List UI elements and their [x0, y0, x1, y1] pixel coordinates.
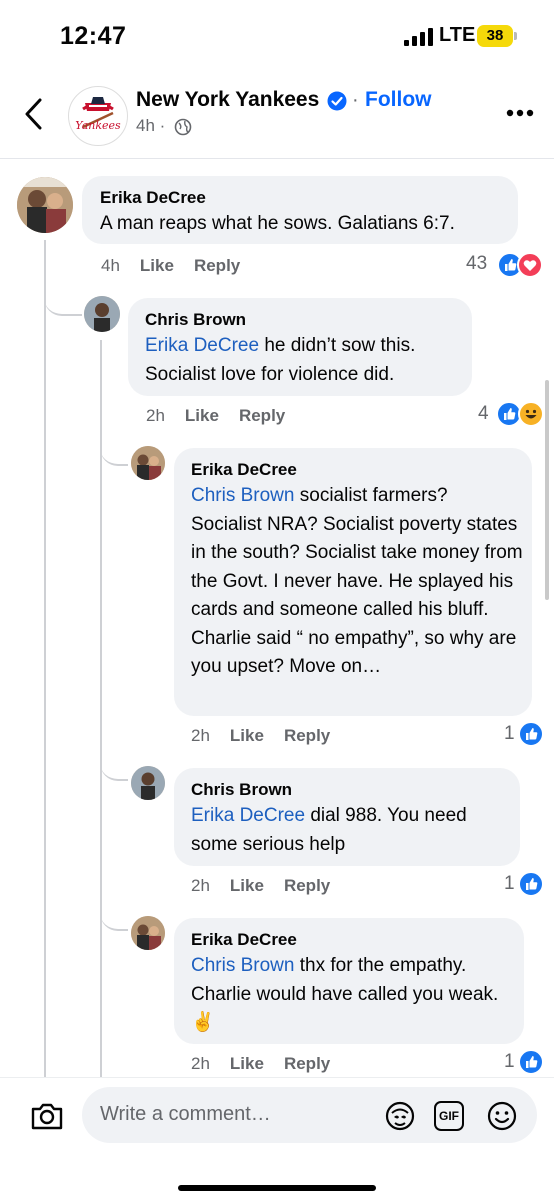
comment-time: 4h	[101, 256, 120, 275]
comment-input[interactable]: Write a comment… GIF	[82, 1087, 537, 1143]
reply-button[interactable]: Reply	[284, 876, 330, 895]
haha-reaction-icon	[518, 401, 544, 427]
comment-bubble: Erika DeCree Chris Brown thx for the emp…	[174, 918, 524, 1044]
comment-actions: 2h Like Reply	[191, 726, 330, 746]
follow-button[interactable]: Follow	[365, 88, 432, 112]
emoji-icon[interactable]	[486, 1100, 518, 1132]
page-name[interactable]: New York Yankees	[136, 88, 319, 112]
comment-bubble: Erika DeCree A man reaps what he sows. G…	[82, 176, 518, 244]
reaction-count[interactable]: 1	[504, 723, 515, 745]
yankees-logo: Yankees	[70, 88, 126, 144]
like-button[interactable]: Like	[230, 876, 264, 895]
like-button[interactable]: Like	[185, 406, 219, 425]
comment-bubble: Erika DeCree Chris Brown socialist farme…	[174, 448, 532, 716]
post-header: Yankees New York Yankees · Follow 4h ·	[0, 70, 554, 159]
avatar[interactable]	[131, 446, 165, 480]
more-icon[interactable]	[505, 108, 535, 118]
mention-link[interactable]: Chris Brown	[191, 955, 294, 976]
comment-text: Chris Brown thx for the empathy. Charlie…	[191, 952, 517, 1038]
avatar[interactable]	[84, 296, 120, 332]
battery-tip	[514, 32, 517, 40]
comment-time: 2h	[146, 406, 165, 425]
avatar[interactable]	[131, 916, 165, 950]
mention-link[interactable]: Erika DeCree	[191, 805, 305, 826]
comment-actions: 2h Like Reply	[191, 876, 330, 896]
comment-author[interactable]: Chris Brown	[145, 310, 246, 330]
home-indicator	[178, 1185, 376, 1191]
reply-button[interactable]: Reply	[284, 726, 330, 745]
love-reaction-icon	[517, 252, 543, 278]
thread-connector	[44, 280, 82, 316]
thread-connector	[100, 895, 128, 931]
comment-time: 2h	[191, 726, 210, 745]
like-button[interactable]: Like	[140, 256, 174, 275]
reply-button[interactable]: Reply	[239, 406, 285, 425]
like-button[interactable]: Like	[230, 726, 264, 745]
reaction-count[interactable]: 1	[504, 873, 515, 895]
signal-icon	[404, 28, 434, 46]
reaction-count[interactable]: 1	[504, 1051, 515, 1073]
thread-line-main	[44, 240, 46, 1077]
status-time: 12:47	[60, 22, 127, 50]
reply-button[interactable]: Reply	[284, 1054, 330, 1073]
reply-button[interactable]: Reply	[194, 256, 240, 275]
comment-bubble: Chris Brown Erika DeCree he didn’t sow t…	[128, 298, 472, 396]
avatar[interactable]	[131, 766, 165, 800]
like-reaction-icon	[518, 721, 544, 747]
like-reaction-icon	[518, 1049, 544, 1075]
camera-icon[interactable]	[30, 1101, 64, 1131]
comment-composer: Write a comment… GIF	[0, 1077, 554, 1201]
mention-link[interactable]: Chris Brown	[191, 485, 294, 506]
reaction-count[interactable]: 4	[478, 403, 489, 425]
battery-icon: 38	[477, 25, 513, 47]
like-reaction-icon	[518, 871, 544, 897]
comment-placeholder: Write a comment…	[100, 1103, 271, 1125]
comment-actions: 2h Like Reply	[191, 1054, 330, 1074]
verified-icon	[327, 91, 347, 111]
comment-author[interactable]: Erika DeCree	[100, 188, 206, 208]
reaction-count[interactable]: 43	[466, 253, 487, 275]
comment-text: A man reaps what he sows. Galatians 6:7.	[100, 210, 510, 239]
comment-author[interactable]: Erika DeCree	[191, 460, 297, 480]
post-time: 4h ·	[136, 116, 166, 135]
gif-icon[interactable]: GIF	[434, 1101, 464, 1131]
globe-icon	[174, 118, 192, 136]
comment-author[interactable]: Chris Brown	[191, 780, 292, 800]
comment-time: 2h	[191, 1054, 210, 1073]
comment-author[interactable]: Erika DeCree	[191, 930, 297, 950]
svg-text:Yankees: Yankees	[75, 119, 121, 132]
comment-text: Chris Brown socialist farmers? Socialist…	[191, 482, 523, 682]
comment-bubble: Chris Brown Erika DeCree dial 988. You n…	[174, 768, 520, 866]
comment-actions: 2h Like Reply	[146, 406, 285, 426]
gif-label: GIF	[439, 1109, 459, 1123]
page-avatar[interactable]: Yankees	[68, 86, 128, 146]
comment-body: A man reaps what he sows. Galatians 6:7.	[100, 213, 455, 234]
status-bar: 12:47 LTE 38	[0, 0, 554, 70]
like-button[interactable]: Like	[230, 1054, 264, 1073]
thread-connector	[100, 430, 128, 466]
thread-connector	[100, 745, 128, 781]
network-label: LTE	[439, 24, 476, 46]
avatar-sticker-icon[interactable]	[384, 1100, 416, 1132]
comment-text: Erika DeCree he didn’t sow this. Sociali…	[145, 332, 465, 389]
comment-text: Erika DeCree dial 988. You need some ser…	[191, 802, 513, 859]
avatar[interactable]	[17, 177, 73, 233]
separator-dot: ·	[352, 89, 359, 111]
comment-time: 2h	[191, 876, 210, 895]
comment-actions: 4h Like Reply	[101, 256, 240, 276]
back-icon[interactable]	[20, 94, 50, 134]
mention-link[interactable]: Erika DeCree	[145, 335, 259, 356]
scrollbar[interactable]	[545, 380, 549, 600]
comment-body: socialist farmers? Socialist NRA? Social…	[191, 485, 523, 677]
